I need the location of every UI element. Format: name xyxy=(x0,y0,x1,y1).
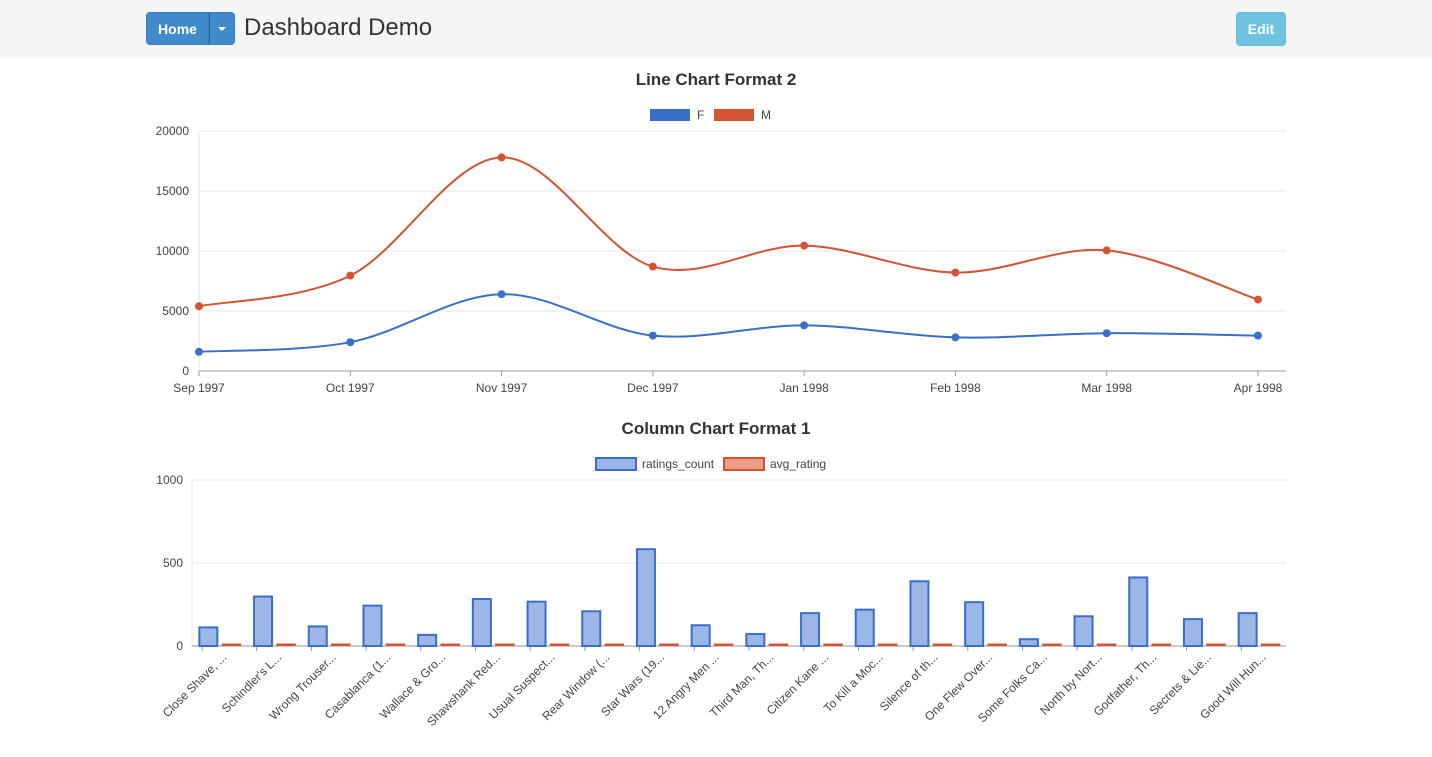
data-point xyxy=(497,153,506,162)
bar-avg-rating xyxy=(1042,643,1062,647)
legend-label-f: F xyxy=(697,108,704,122)
data-point xyxy=(346,338,355,347)
x-tick-label: Apr 1998 xyxy=(1234,381,1283,395)
bar-ratings-count xyxy=(1018,638,1039,647)
bar-ratings-count xyxy=(854,608,875,647)
bar-avg-rating xyxy=(878,643,898,647)
legend-swatch-f xyxy=(650,109,690,121)
bar-avg-rating xyxy=(1206,643,1226,647)
y-tick-label: 1000 xyxy=(156,473,183,487)
x-tick-label: Sep 1997 xyxy=(173,381,225,395)
data-point xyxy=(1254,331,1262,340)
data-point xyxy=(195,302,203,311)
y-tick-label: 0 xyxy=(176,639,183,653)
bar-avg-rating xyxy=(276,643,296,647)
y-tick-label: 15000 xyxy=(156,184,190,198)
data-point xyxy=(1254,295,1262,304)
y-tick-label: 0 xyxy=(182,364,189,378)
bar-ratings-count xyxy=(253,595,274,647)
bar-ratings-count xyxy=(417,633,438,647)
data-point xyxy=(951,268,960,277)
bar-avg-rating xyxy=(987,643,1007,647)
data-point xyxy=(800,241,809,250)
bar-avg-rating xyxy=(1096,643,1117,647)
legend-swatch-m xyxy=(714,109,754,121)
bar-ratings-count xyxy=(745,633,766,647)
bar-ratings-count xyxy=(964,601,985,648)
y-tick-label: 20000 xyxy=(156,124,190,138)
legend-swatch-ratings-count xyxy=(595,457,637,471)
bar-ratings-count xyxy=(471,598,492,647)
bar-avg-rating xyxy=(713,643,734,647)
data-point xyxy=(497,290,506,299)
bar-avg-rating xyxy=(495,643,515,647)
bar-ratings-count xyxy=(690,624,711,647)
bar-avg-rating xyxy=(221,643,242,647)
bar-avg-rating xyxy=(385,643,406,647)
series-line-F xyxy=(198,293,1259,353)
charts-canvas: 05000100001500020000Sep 1997 Oct 1997 Nov … xyxy=(156,108,1286,729)
bar-avg-rating xyxy=(1151,643,1171,647)
bar-avg-rating xyxy=(440,643,460,647)
bar-ratings-count xyxy=(1182,618,1203,647)
data-point xyxy=(648,262,657,271)
x-tick-label: Oct 1997 xyxy=(326,381,375,395)
bar-ratings-count xyxy=(1237,612,1258,648)
data-point xyxy=(648,331,657,340)
bar-avg-rating xyxy=(659,643,679,647)
bar-avg-rating xyxy=(823,643,843,647)
bar-ratings-count xyxy=(1073,615,1094,648)
bar-ratings-count xyxy=(635,548,656,647)
bar-avg-rating xyxy=(331,643,351,647)
legend-label-avg-rating: avg_rating xyxy=(770,457,826,471)
bar-ratings-count xyxy=(198,626,219,648)
x-tick-label: Jan 1998 xyxy=(779,381,829,395)
x-tick-label: Nov 1997 xyxy=(476,381,528,395)
bar-avg-rating xyxy=(932,643,953,647)
x-tick-label: Dec 1997 xyxy=(627,381,679,395)
bar-ratings-count xyxy=(526,600,547,647)
y-tick-label: 500 xyxy=(163,556,183,570)
data-point xyxy=(1102,329,1111,338)
data-point xyxy=(195,347,203,356)
x-tick-label: Close Shave, ... xyxy=(160,650,230,720)
legend-swatch-avg-rating xyxy=(723,457,765,471)
data-point xyxy=(1102,246,1111,255)
data-point xyxy=(951,333,960,342)
bar-ratings-count xyxy=(581,610,602,648)
data-point xyxy=(346,271,355,280)
legend-label-ratings-count: ratings_count xyxy=(642,457,715,471)
y-tick-label: 5000 xyxy=(162,304,189,318)
bar-avg-rating xyxy=(768,643,789,647)
x-tick-label: Mar 1998 xyxy=(1081,381,1132,395)
bar-avg-rating xyxy=(604,643,624,647)
bar-ratings-count xyxy=(1128,576,1149,648)
bar-ratings-count xyxy=(800,612,821,648)
bar-avg-rating xyxy=(549,643,570,647)
x-tick-label: Feb 1998 xyxy=(930,381,981,395)
bar-avg-rating xyxy=(1260,643,1281,647)
data-point xyxy=(800,321,809,330)
bar-ratings-count xyxy=(307,625,328,647)
legend-label-m: M xyxy=(761,108,771,122)
y-tick-label: 10000 xyxy=(156,244,190,258)
bar-ratings-count xyxy=(362,604,383,647)
bar-ratings-count xyxy=(909,580,930,648)
series-line-M xyxy=(198,156,1259,308)
